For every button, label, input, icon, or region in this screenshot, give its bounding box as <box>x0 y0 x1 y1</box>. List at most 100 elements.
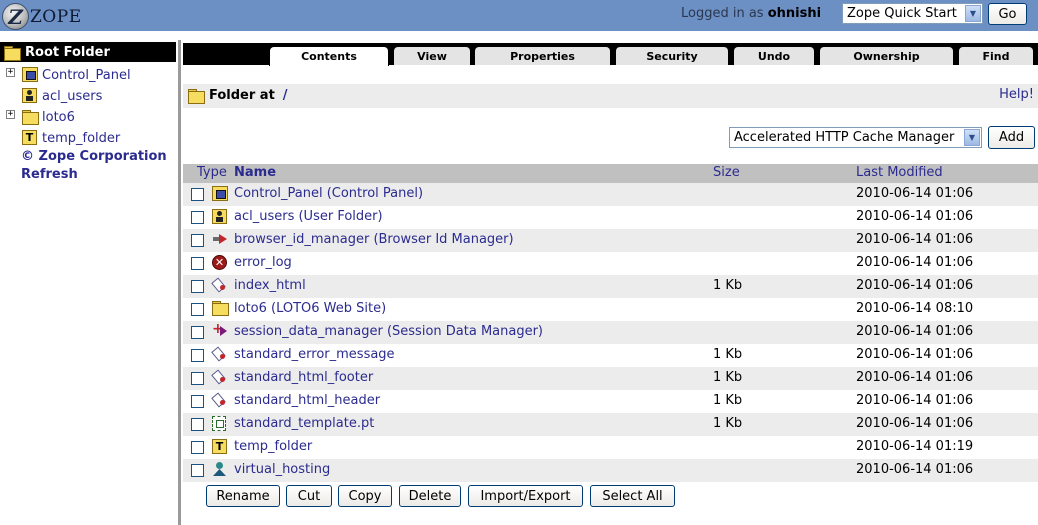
table-row: standard_error_message 1 Kb 2010-06-14 0… <box>183 344 1038 367</box>
column-size[interactable]: Size <box>713 165 740 180</box>
row-name-link[interactable]: standard_html_footer <box>234 370 373 385</box>
row-name-link[interactable]: session_data_manager (Session Data Manag… <box>234 324 543 339</box>
table-row: loto6 (LOTO6 Web Site) 2010-06-14 08:10 <box>183 298 1038 321</box>
copyright-link[interactable]: © Zope Corporation <box>21 149 167 164</box>
go-button[interactable]: Go <box>988 3 1027 25</box>
row-checkbox[interactable] <box>191 464 204 477</box>
zope-logo[interactable]: Z ZOPE <box>2 2 82 31</box>
expand-icon[interactable]: + <box>6 110 15 119</box>
row-name-link[interactable]: browser_id_manager (Browser Id Manager) <box>234 232 514 247</box>
tab-ownership[interactable]: Ownership <box>819 46 954 65</box>
row-checkbox[interactable] <box>191 326 204 339</box>
row-name-link[interactable]: error_log <box>234 255 292 270</box>
table-header: Type Name Size Last Modified <box>183 164 1038 183</box>
dtml-method-icon[interactable] <box>212 393 228 408</box>
row-name-link[interactable]: Control_Panel (Control Panel) <box>234 186 423 201</box>
rename-button[interactable]: Rename <box>206 485 280 507</box>
row-modified: 2010-06-14 01:06 <box>856 462 974 477</box>
row-checkbox[interactable] <box>191 303 204 316</box>
row-checkbox[interactable] <box>191 349 204 362</box>
row-name-link[interactable]: index_html <box>234 278 306 293</box>
management-tabs: Contents View Properties Security Undo O… <box>183 43 1038 66</box>
tab-contents[interactable]: Contents <box>269 46 389 66</box>
tab-undo[interactable]: Undo <box>733 46 815 65</box>
row-checkbox[interactable] <box>191 188 204 201</box>
row-name-link[interactable]: virtual_hosting <box>234 462 330 477</box>
tab-security[interactable]: Security <box>615 46 729 65</box>
folder-icon[interactable] <box>212 301 229 316</box>
row-modified: 2010-06-14 01:06 <box>856 278 974 293</box>
dtml-method-icon[interactable] <box>212 278 228 293</box>
row-modified: 2010-06-14 01:06 <box>856 370 974 385</box>
session-data-manager-icon[interactable] <box>212 321 228 338</box>
column-type[interactable]: Type <box>197 165 227 180</box>
dtml-method-icon[interactable] <box>212 370 228 385</box>
row-checkbox[interactable] <box>191 211 204 224</box>
cut-button[interactable]: Cut <box>286 485 332 507</box>
row-size: 1 Kb <box>713 393 743 408</box>
add-product-select[interactable]: Accelerated HTTP Cache Manager ▼ <box>729 127 982 148</box>
row-modified: 2010-06-14 01:06 <box>856 393 974 408</box>
tree-root-folder[interactable]: Root Folder <box>0 42 176 62</box>
frame-divider[interactable] <box>178 40 181 525</box>
user-folder-icon[interactable] <box>212 209 227 224</box>
folder-icon <box>188 89 205 104</box>
delete-button[interactable]: Delete <box>399 485 461 507</box>
row-checkbox[interactable] <box>191 395 204 408</box>
chevron-down-icon[interactable]: ▼ <box>964 129 980 146</box>
chevron-down-icon[interactable]: ▼ <box>965 5 981 22</box>
error-log-icon[interactable]: ✕ <box>212 255 227 270</box>
folder-icon <box>4 45 21 61</box>
column-name[interactable]: Name <box>234 165 276 180</box>
row-checkbox[interactable] <box>191 441 204 454</box>
column-last-modified[interactable]: Last Modified <box>856 165 943 180</box>
dtml-method-icon[interactable] <box>212 347 228 362</box>
row-checkbox[interactable] <box>191 234 204 247</box>
row-size: 1 Kb <box>713 370 743 385</box>
row-name-link[interactable]: temp_folder <box>234 439 312 454</box>
add-product-value: Accelerated HTTP Cache Manager <box>734 130 955 145</box>
refresh-link[interactable]: Refresh <box>21 167 78 182</box>
temp-folder-icon[interactable]: T <box>212 439 227 454</box>
row-name-link[interactable]: standard_template.pt <box>234 416 374 431</box>
row-name-link[interactable]: standard_error_message <box>234 347 395 362</box>
add-button[interactable]: Add <box>988 126 1035 149</box>
tab-find[interactable]: Find <box>958 46 1034 65</box>
table-row: standard_html_header 1 Kb 2010-06-14 01:… <box>183 390 1038 413</box>
help-link[interactable]: Help! <box>999 87 1034 102</box>
import-export-button[interactable]: Import/Export <box>468 485 583 507</box>
zope-logo-icon: Z <box>2 3 29 30</box>
row-size: 1 Kb <box>713 416 743 431</box>
select-all-button[interactable]: Select All <box>590 485 675 507</box>
quick-start-select[interactable]: Zope Quick Start ▼ <box>842 3 983 24</box>
tree-item-label: Control_Panel <box>42 67 131 83</box>
row-size: 1 Kb <box>713 278 743 293</box>
table-row: ✕ error_log 2010-06-14 01:06 <box>183 252 1038 275</box>
row-name-link[interactable]: acl_users (User Folder) <box>234 209 383 224</box>
breadcrumb: Folder at / <box>188 88 288 104</box>
user-folder-icon <box>22 88 37 103</box>
tree-item-label: temp_folder <box>42 130 121 146</box>
control-panel-icon <box>22 67 38 82</box>
logged-in-label: Logged in as ohnishi <box>681 6 821 21</box>
row-name-link[interactable]: standard_html_header <box>234 393 380 408</box>
breadcrumb-path-link[interactable]: / <box>283 88 288 103</box>
virtual-host-monster-icon[interactable] <box>212 462 228 477</box>
table-row: Control_Panel (Control Panel) 2010-06-14… <box>183 183 1038 206</box>
tree-root-label: Root Folder <box>25 44 110 60</box>
row-checkbox[interactable] <box>191 372 204 385</box>
navigation-tree: Root Folder + Control_Panel acl_users + … <box>0 40 178 525</box>
row-checkbox[interactable] <box>191 280 204 293</box>
control-panel-icon[interactable] <box>212 186 228 201</box>
row-checkbox[interactable] <box>191 257 204 270</box>
row-name-link[interactable]: loto6 (LOTO6 Web Site) <box>234 301 386 316</box>
tree-item-label: acl_users <box>42 88 103 104</box>
page-template-icon[interactable] <box>212 416 226 431</box>
temp-folder-icon: T <box>22 130 37 145</box>
row-checkbox[interactable] <box>191 418 204 431</box>
tab-properties[interactable]: Properties <box>474 46 611 65</box>
expand-icon[interactable]: + <box>6 68 15 77</box>
tab-view[interactable]: View <box>393 46 471 65</box>
copy-button[interactable]: Copy <box>338 485 392 507</box>
browser-id-manager-icon[interactable] <box>212 232 228 246</box>
